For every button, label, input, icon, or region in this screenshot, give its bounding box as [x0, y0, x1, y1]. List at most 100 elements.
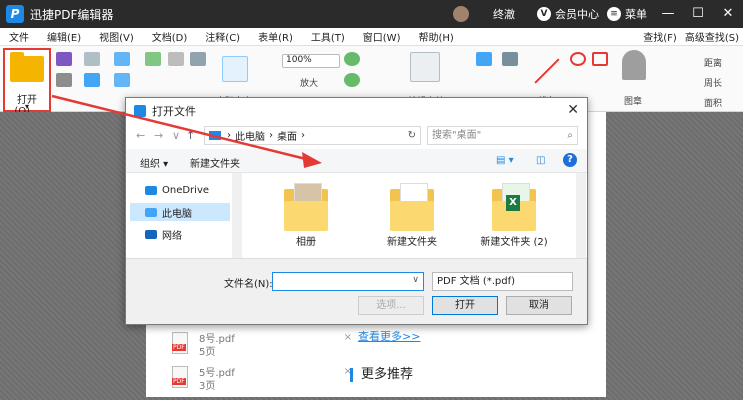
chevron-down-icon: ▾	[24, 102, 29, 111]
edit-form-icon[interactable]	[410, 52, 440, 82]
avatar[interactable]	[453, 6, 469, 22]
shape-icon[interactable]	[570, 52, 586, 66]
distance-label[interactable]: 距离	[704, 56, 722, 69]
advanced-find-button[interactable]: 高级查找(S)	[685, 29, 739, 44]
network-icon	[145, 229, 157, 239]
folder-icon	[390, 181, 434, 231]
stamp-icon[interactable]	[622, 50, 646, 80]
open-file-dialog: 打开文件 ✕ ← → ∨ ↑ › 此电脑 › 桌面 › ↻ 搜索"桌面" ⌕ 组…	[125, 97, 588, 325]
organize-button[interactable]: 组织 ▾	[140, 155, 168, 170]
refresh-icon[interactable]: ↻	[408, 130, 416, 141]
forward-arrow-icon[interactable]: →	[154, 129, 163, 142]
folder-item[interactable]: 新建文件夹	[372, 181, 452, 248]
app-logo-icon: P	[6, 5, 24, 23]
help-icon[interactable]: ?	[563, 153, 577, 167]
chevron-down-icon[interactable]: ∨	[412, 275, 419, 285]
zoom-in-label[interactable]: 放大	[300, 76, 318, 89]
menu-edit[interactable]: 编辑(E)	[38, 29, 90, 44]
zoom-out-icon[interactable]	[344, 73, 360, 87]
text-field-icon[interactable]	[476, 52, 492, 66]
breadcrumb-this-pc[interactable]: 此电脑	[235, 128, 265, 143]
nav-this-pc[interactable]: 此电脑	[130, 203, 230, 221]
attach-icon[interactable]	[502, 52, 518, 66]
username[interactable]: 终澈	[493, 6, 515, 22]
command-bar: 组织 ▾ 新建文件夹 ▤ ▾ ◫ ?	[126, 149, 587, 173]
filename-input[interactable]: ∨	[272, 272, 424, 291]
nav-item-label: 网络	[162, 230, 182, 242]
address-bar[interactable]: › 此电脑 › 桌面 › ↻	[204, 126, 421, 145]
camera-icon[interactable]	[190, 52, 206, 66]
polygon-icon[interactable]	[592, 52, 608, 66]
menu-document[interactable]: 文档(D)	[143, 29, 197, 44]
app-icon	[134, 104, 146, 117]
folder-item[interactable]: X 新建文件夹 (2)	[474, 181, 554, 248]
file-scrollbar[interactable]	[576, 173, 586, 258]
search-input[interactable]: 搜索"桌面" ⌕	[427, 126, 578, 145]
find-button[interactable]: 查找(F)	[643, 29, 677, 44]
cloud-icon[interactable]	[84, 73, 100, 87]
new-folder-button[interactable]: 新建文件夹	[190, 155, 240, 170]
zoom-in-icon[interactable]	[344, 52, 360, 66]
area-label[interactable]: 面积	[704, 96, 722, 109]
see-more-link[interactable]: 查看更多>>	[358, 328, 420, 344]
menu-bar: 文件 编辑(E) 视图(V) 文档(D) 注释(C) 表单(R) 工具(T) 窗…	[0, 28, 743, 46]
preview-pane-icon[interactable]: ◫	[536, 155, 545, 166]
breadcrumb-desktop[interactable]: 桌面	[277, 128, 297, 143]
undo-icon[interactable]	[114, 52, 130, 66]
open-dialog-button[interactable]: 打开	[432, 296, 498, 315]
close-button[interactable]: ✕	[713, 0, 743, 28]
navigation-pane: OneDrive 此电脑 网络	[126, 173, 244, 258]
file-list: 相册 新建文件夹 X 新建文件夹 (2)	[246, 173, 586, 258]
menu-help[interactable]: 帮助(H)	[409, 29, 462, 44]
maximize-button[interactable]: ☐	[683, 0, 713, 28]
save-icon[interactable]	[56, 52, 72, 66]
redo-icon[interactable]	[114, 73, 130, 87]
options-button[interactable]: 选项...	[358, 296, 424, 315]
pdf-file-icon: PDF	[172, 366, 188, 388]
back-icon[interactable]	[145, 52, 161, 66]
computer-icon	[209, 131, 221, 140]
minimize-button[interactable]: —	[653, 0, 683, 28]
print-icon[interactable]	[56, 73, 72, 87]
menu-icon[interactable]: ≡	[607, 7, 621, 21]
folder-name: 相册	[296, 237, 316, 248]
dialog-titlebar: 打开文件	[126, 98, 587, 123]
menu-button[interactable]: 菜单	[625, 6, 647, 22]
vip-center-link[interactable]: 会员中心	[555, 6, 599, 22]
recent-file[interactable]: PDF 5号.pdf 3页 ×	[172, 364, 352, 394]
menu-tools[interactable]: 工具(T)	[302, 29, 354, 44]
dialog-close-button[interactable]: ✕	[567, 102, 579, 118]
view-options-icon[interactable]: ▤ ▾	[496, 155, 514, 166]
email-icon[interactable]	[84, 52, 100, 66]
recent-file[interactable]: PDF 8号.pdf 5页 ×	[172, 330, 352, 360]
more-recommend-heading: 更多推荐	[350, 368, 413, 382]
folder-icon	[284, 181, 328, 231]
menu-view[interactable]: 视图(V)	[90, 29, 143, 44]
perimeter-label[interactable]: 周长	[704, 76, 722, 89]
nav-scrollbar[interactable]	[232, 173, 242, 258]
nav-onedrive[interactable]: OneDrive	[130, 181, 230, 199]
chevron-down-icon[interactable]: ∨	[172, 129, 180, 142]
vip-icon[interactable]: V	[537, 7, 551, 21]
folder-item[interactable]: 相册	[266, 181, 346, 248]
filename-label: 文件名(N):	[224, 279, 273, 290]
menu-form[interactable]: 表单(R)	[249, 29, 302, 44]
nav-item-label: OneDrive	[162, 184, 210, 196]
line-icon[interactable]	[534, 58, 560, 84]
menu-window[interactable]: 窗口(W)	[354, 29, 410, 44]
nav-network[interactable]: 网络	[130, 225, 230, 243]
up-arrow-icon[interactable]: ↑	[186, 129, 195, 142]
back-arrow-icon[interactable]: ←	[136, 129, 145, 142]
zoom-select[interactable]: 100%	[282, 54, 340, 68]
menu-file[interactable]: 文件	[0, 29, 38, 44]
hand-icon[interactable]	[168, 52, 184, 66]
filetype-select[interactable]: PDF 文档 (*.pdf)	[432, 272, 573, 291]
menu-comment[interactable]: 注释(C)	[196, 29, 249, 44]
computer-icon	[145, 207, 157, 217]
close-icon[interactable]: ×	[344, 332, 352, 343]
cancel-button[interactable]: 取消	[506, 296, 572, 315]
search-icon: ⌕	[567, 130, 573, 141]
stamp-label: 图章	[624, 97, 643, 107]
actual-size-icon[interactable]	[222, 56, 248, 82]
open-button[interactable]: 打开(O)... ▾	[3, 48, 51, 117]
